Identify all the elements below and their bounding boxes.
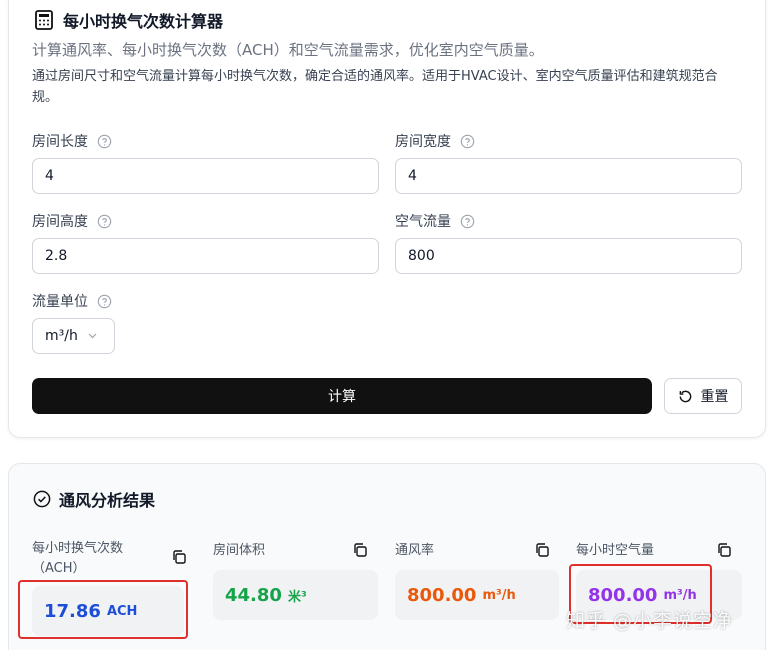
help-circle-icon[interactable] (97, 214, 112, 229)
volume-value-box: 44.80 米³ (213, 570, 378, 620)
calculate-button[interactable]: 计算 (32, 378, 652, 414)
rate-label: 通风率 (395, 543, 435, 558)
check-circle-icon (33, 490, 51, 508)
length-input[interactable] (32, 158, 379, 194)
height-label-text: 房间高度 (32, 214, 88, 230)
height-label: 房间高度 (32, 211, 112, 231)
rotate-ccw-icon (679, 390, 691, 402)
unit-label: 流量单位 (32, 291, 112, 311)
rate-value: 800.00 (407, 584, 477, 606)
help-circle-icon[interactable] (97, 134, 112, 149)
volume-unit: 米³ (287, 589, 307, 605)
help-circle-icon[interactable] (460, 134, 475, 149)
airflow-input[interactable] (395, 238, 742, 274)
flow-unit-select[interactable]: m³/h (32, 318, 115, 354)
width-label-text: 房间宽度 (395, 134, 451, 150)
copy-icon[interactable] (352, 542, 368, 558)
calculator-icon (35, 10, 53, 30)
reset-button[interactable]: 重置 (664, 378, 742, 414)
watermark: 知乎 @小李说空净 (566, 610, 734, 632)
title-row: 每小时换气次数计算器 (35, 8, 223, 32)
results-title: 通风分析结果 (59, 491, 156, 510)
page-title: 每小时换气次数计算器 (63, 12, 224, 31)
airflow-label-text: 空气流量 (395, 214, 451, 230)
copy-icon[interactable] (534, 542, 550, 558)
hourly-label: 每小时空气量 (576, 543, 655, 558)
results-title-row: 通风分析结果 (33, 487, 155, 511)
rate-unit: m³/h (482, 587, 516, 603)
unit-label-text: 流量单位 (32, 294, 88, 310)
length-label-text: 房间长度 (32, 134, 88, 150)
help-circle-icon[interactable] (460, 214, 475, 229)
reset-label: 重置 (700, 389, 729, 405)
copy-icon[interactable] (716, 542, 732, 558)
page-subtitle: 计算通风率、每小时换气次数（ACH）和空气流量需求，优化室内空气质量。 (32, 41, 544, 59)
volume-label: 房间体积 (213, 543, 266, 558)
highlight-box-ach (18, 580, 188, 639)
chevron-down-icon (88, 333, 97, 339)
ach-label: 每小时换气次数（ACH） (32, 541, 124, 576)
copy-icon[interactable] (171, 549, 187, 565)
airflow-label: 空气流量 (395, 211, 475, 231)
flow-unit-value: m³/h (45, 328, 78, 344)
volume-value: 44.80 (225, 584, 282, 606)
rate-value-box: 800.00 m³/h (395, 570, 559, 620)
length-label: 房间长度 (32, 131, 112, 151)
height-input[interactable] (32, 238, 379, 274)
width-label: 房间宽度 (395, 131, 475, 151)
page-description: 通过房间尺寸和空气流量计算每小时换气次数，确定合适的通风率。适用于HVAC设计、… (32, 69, 718, 105)
width-input[interactable] (395, 158, 742, 194)
help-circle-icon[interactable] (97, 294, 112, 309)
